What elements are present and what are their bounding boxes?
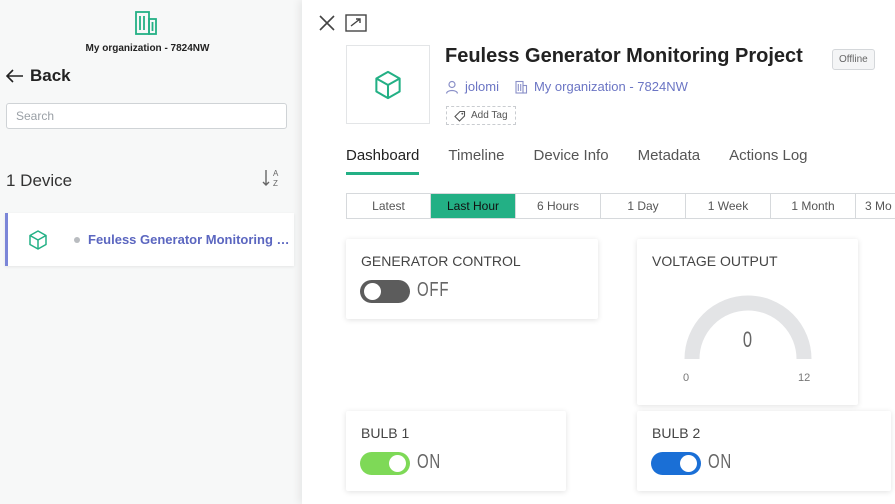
generator-switch[interactable] [360,280,410,303]
range-last-hour[interactable]: Last Hour [431,194,516,218]
switch-state: OFF [417,279,450,301]
widget-title: BULB 1 [361,425,410,441]
switch-knob [364,283,381,300]
range-3-months[interactable]: 3 Mo [856,194,895,218]
device-detail-panel: Feuless Generator Monitoring Project Off… [302,0,895,504]
gauge-value: 0 [742,327,753,352]
time-range-selector: Latest Last Hour 6 Hours 1 Day 1 Week 1 … [346,193,895,219]
device-list-item[interactable]: Feuless Generator Monitoring Project [5,213,294,266]
range-latest[interactable]: Latest [347,194,431,218]
device-cube-icon [375,70,401,99]
tab-metadata[interactable]: Metadata [638,147,701,175]
organization-link[interactable]: My organization - 7824NW [534,79,688,94]
gauge-max: 12 [798,372,811,384]
bulb-1-widget: BULB 1 ON [346,411,566,491]
search-input[interactable] [6,103,287,129]
voltage-gauge [684,295,812,360]
device-cube-icon [29,229,47,250]
back-button[interactable]: Back [6,66,71,86]
device-meta: jolomi My organization - 7824NW [445,79,688,94]
organization-name: My organization - 7824NW [85,43,210,54]
svg-text:Z: Z [273,179,278,188]
tab-bar: Dashboard Timeline Device Info Metadata … [346,147,808,175]
voltage-output-widget: VOLTAGE OUTPUT 0 0 12 [637,239,858,405]
range-1-week[interactable]: 1 Week [686,194,771,218]
range-6-hours[interactable]: 6 Hours [516,194,601,218]
status-dot [74,236,80,243]
building-icon [515,80,528,94]
range-1-day[interactable]: 1 Day [601,194,686,218]
device-count: 1 Device [6,171,73,190]
close-icon[interactable] [318,14,336,32]
gauge-min: 0 [683,372,690,384]
add-tag-label: Add Tag [471,110,508,121]
range-1-month[interactable]: 1 Month [771,194,856,218]
tab-device-info[interactable]: Device Info [534,147,609,175]
tab-dashboard[interactable]: Dashboard [346,147,420,175]
owner-link[interactable]: jolomi [465,79,499,94]
tab-timeline[interactable]: Timeline [448,147,504,175]
device-title: Feuless Generator Monitoring Project [445,45,803,67]
bulb-2-switch[interactable] [651,452,701,475]
bulb-2-widget: BULB 2 ON [637,411,891,491]
sort-az-icon[interactable]: A Z [261,167,283,189]
switch-knob [389,455,406,472]
device-sidebar: My organization - 7824NW Back 1 Device A… [0,0,302,504]
bulb-1-switch[interactable] [360,452,410,475]
building-icon [135,11,157,35]
generator-control-widget: GENERATOR CONTROL OFF [346,239,598,319]
user-icon [445,80,459,94]
tag-icon [454,110,466,122]
switch-state: ON [417,451,441,473]
arrow-left-icon [6,69,23,83]
expand-icon[interactable] [345,13,367,33]
switch-knob [680,455,697,472]
widget-title: BULB 2 [652,425,701,441]
switch-state: ON [708,451,732,473]
svg-text:A: A [273,169,279,178]
status-badge: Offline [832,49,875,70]
device-name: Feuless Generator Monitoring Project [88,232,291,247]
widget-title: GENERATOR CONTROL [361,253,521,269]
device-thumbnail [346,45,430,124]
add-tag-button[interactable]: Add Tag [446,106,516,125]
tab-actions-log[interactable]: Actions Log [729,147,807,175]
back-label: Back [30,66,71,85]
